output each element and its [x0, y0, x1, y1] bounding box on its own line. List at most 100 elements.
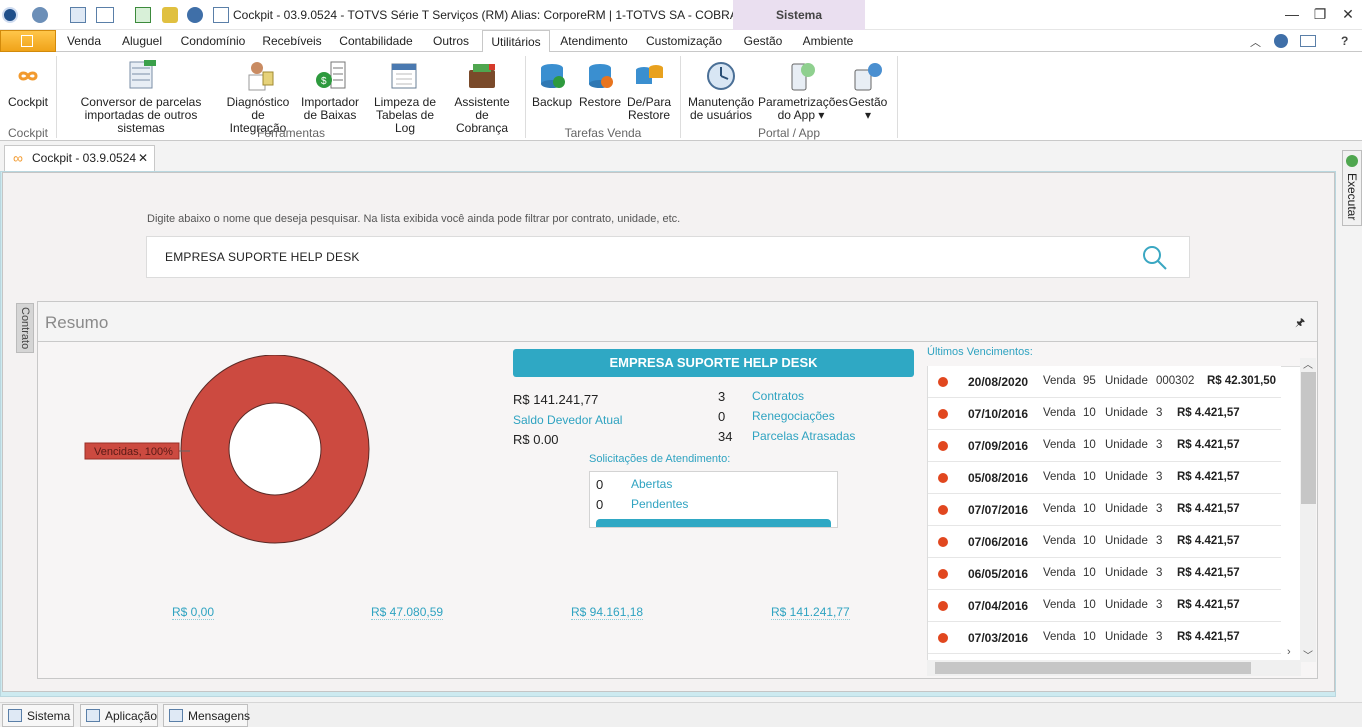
infinity-icon — [11, 60, 45, 92]
backup-button[interactable]: Backup — [530, 60, 574, 109]
due-number: 10 — [1083, 631, 1096, 643]
status-dot — [938, 569, 948, 579]
scroll-up-icon[interactable]: ︿ — [1303, 356, 1313, 371]
settings-icon[interactable] — [32, 7, 48, 23]
tab-gestao[interactable]: Gestão — [736, 30, 790, 52]
importador-baixas-button[interactable]: $ Importador de Baixas — [298, 60, 362, 122]
window-icon[interactable] — [70, 7, 86, 23]
search-icon[interactable] — [1141, 244, 1169, 275]
search-hint: Digite abaixo o nome que deseja pesquisa… — [147, 213, 681, 225]
limpeza-tabelas-button[interactable]: Limpeza de Tabelas de Log — [366, 60, 444, 135]
restore-icon[interactable]: ❐ — [1311, 6, 1329, 24]
list-item[interactable]: 07/04/2016 Venda 10 Unidade 3 R$ 4.421,57 — [928, 590, 1281, 622]
due-type: Venda — [1043, 407, 1076, 419]
tab-venda[interactable]: Venda — [58, 30, 110, 52]
database-transfer-icon — [632, 60, 666, 92]
depara-restore-button[interactable]: De/Para Restore — [626, 60, 672, 122]
tab-customizacao[interactable]: Customização — [642, 30, 726, 52]
renegotiations-link[interactable]: Renegociações — [752, 409, 835, 423]
cockpit-button[interactable]: Cockpit — [6, 60, 50, 109]
collapse-ribbon-icon[interactable]: ︿ — [1250, 34, 1261, 50]
pending-requests-link[interactable]: Pendentes — [631, 497, 688, 511]
mobile-settings-icon — [784, 60, 818, 92]
context-tab-sistema[interactable]: Sistema — [733, 0, 865, 30]
balance-label: Saldo Devedor Atual — [513, 413, 623, 427]
tab-atendimento[interactable]: Atendimento — [556, 30, 632, 52]
due-value: R$ 4.421,57 — [1177, 503, 1240, 515]
late-installments-link[interactable]: Parcelas Atrasadas — [752, 429, 855, 443]
layout-options-icon[interactable] — [1300, 35, 1316, 47]
due-number: 10 — [1083, 535, 1096, 547]
list-item[interactable]: 07/03/2016 Venda 10 Unidade 3 R$ 4.421,57 — [928, 622, 1281, 654]
globe-icon[interactable] — [187, 7, 203, 23]
tab-utilitarios[interactable]: Utilitários — [482, 30, 550, 53]
vertical-scroll-thumb[interactable] — [1301, 372, 1316, 504]
tab-recebiveis[interactable]: Recebíveis — [256, 30, 328, 52]
status-dot — [938, 377, 948, 387]
contracts-count: 3 — [718, 389, 726, 404]
diagnostico-integracao-button[interactable]: Diagnóstico de Integração — [222, 60, 294, 135]
axis-label: R$ 47.080,59 — [371, 605, 444, 620]
parametrizacoes-app-button[interactable]: Parametrizações do App ▾ — [758, 60, 848, 122]
copy-icon[interactable] — [213, 7, 229, 23]
due-unit: 3 — [1156, 471, 1163, 483]
app-logo-icon[interactable] — [2, 7, 18, 23]
restore-button[interactable]: Restore — [578, 60, 622, 109]
company-name-header: EMPRESA SUPORTE HELP DESK — [513, 349, 914, 377]
tools-icon[interactable] — [162, 7, 178, 23]
doctor-icon — [241, 60, 275, 92]
close-tab-icon[interactable]: ✕ — [138, 146, 148, 171]
help-icon[interactable]: ? — [1341, 34, 1348, 48]
run-icon[interactable] — [135, 7, 151, 23]
side-tab-contrato[interactable]: Contrato — [16, 303, 34, 353]
layout-icon[interactable] — [96, 7, 114, 23]
devices-settings-icon — [851, 60, 885, 92]
manutencao-usuarios-button[interactable]: Manutenção de usuários — [686, 60, 756, 122]
tab-ambiente[interactable]: Ambiente — [798, 30, 858, 52]
tab-contabilidade[interactable]: Contabilidade — [334, 30, 418, 52]
list-item[interactable]: 07/07/2016 Venda 10 Unidade 3 R$ 4.421,57 — [928, 494, 1281, 526]
scroll-down-icon[interactable]: ﹀ — [1303, 647, 1313, 662]
list-item[interactable]: 07/10/2016 Venda 10 Unidade 3 R$ 4.421,57 — [928, 398, 1281, 430]
list-item[interactable]: 05/08/2016 Venda 10 Unidade 3 R$ 4.421,57 — [928, 462, 1281, 494]
contracts-link[interactable]: Contratos — [752, 389, 804, 403]
importador-label-2: de Baixas — [303, 108, 357, 122]
due-unit: 000302 — [1156, 375, 1195, 387]
database-upload-icon — [535, 60, 569, 92]
due-number: 10 — [1083, 471, 1096, 483]
conversor-parcelas-button[interactable]: Conversor de parcelas importadas de outr… — [62, 60, 220, 135]
open-requests-link[interactable]: Abertas — [631, 477, 672, 491]
assistente-cobranca-button[interactable]: Assistente de Cobrança — [448, 60, 516, 135]
list-item[interactable]: 07/09/2016 Venda 10 Unidade 3 R$ 4.421,57 — [928, 430, 1281, 462]
status-dot — [938, 473, 948, 483]
status-sistema-button[interactable]: Sistema — [2, 704, 74, 727]
requests-action-button[interactable] — [596, 519, 831, 527]
status-mensagens-button[interactable]: Mensagens — [163, 704, 250, 727]
tab-aluguel[interactable]: Aluguel — [114, 30, 170, 52]
due-value: R$ 4.421,57 — [1177, 599, 1240, 611]
status-sistema-label: Sistema — [27, 709, 71, 723]
minimize-icon[interactable]: — — [1283, 6, 1301, 24]
late-count: 34 — [718, 429, 733, 444]
side-tab-executar[interactable]: Executar — [1342, 150, 1362, 226]
gestao-button[interactable]: Gestão ▾ — [846, 60, 890, 122]
app-menu-button[interactable] — [0, 30, 56, 52]
executar-label: Executar — [1345, 173, 1359, 221]
tab-outros[interactable]: Outros — [424, 30, 478, 52]
due-unit-label: Unidade — [1105, 471, 1148, 483]
list-item[interactable]: 06/05/2016 Venda 10 Unidade 3 R$ 4.421,57 — [928, 558, 1281, 590]
due-unit: 3 — [1156, 439, 1163, 451]
document-tab-cockpit[interactable]: ∞ Cockpit - 03.9.0524 ✕ — [4, 145, 155, 171]
horizontal-scroll-thumb[interactable] — [935, 662, 1251, 674]
tab-condominio[interactable]: Condomínio — [176, 30, 250, 52]
list-item[interactable]: 20/08/2020 Venda 95 Unidade 000302 R$ 42.301,… — [928, 366, 1281, 398]
scroll-right-icon[interactable]: › — [1287, 646, 1291, 658]
due-value: R$ 4.421,57 — [1177, 535, 1240, 547]
status-aplicacao-button[interactable]: Aplicação — [80, 704, 158, 727]
pin-icon[interactable]: 🖈 — [1295, 314, 1305, 333]
document-tab-label: Cockpit - 03.9.0524 — [32, 151, 137, 165]
close-icon[interactable]: ✕ — [1339, 6, 1357, 24]
help-globe-icon[interactable] — [1274, 34, 1288, 48]
list-item[interactable]: 07/06/2016 Venda 10 Unidade 3 R$ 4.421,57 — [928, 526, 1281, 558]
due-date: 20/08/2020 — [968, 375, 1029, 389]
